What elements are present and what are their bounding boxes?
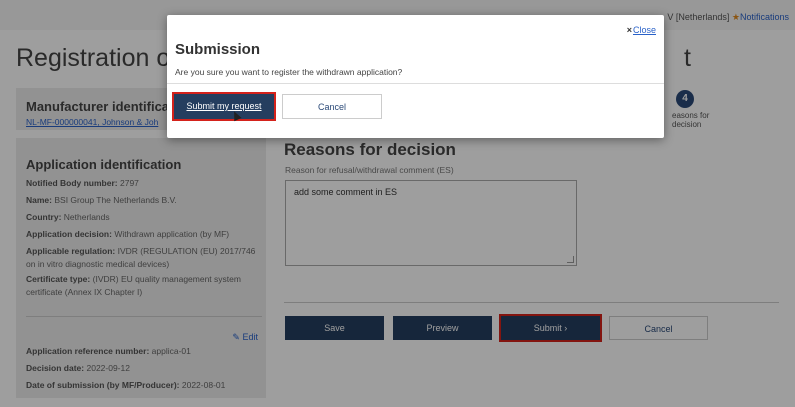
dialog-cancel-button[interactable]: Cancel: [282, 94, 382, 119]
submission-dialog: ×Close Submission Are you sure you want …: [167, 15, 664, 138]
close-icon: ×: [626, 25, 632, 35]
dialog-message: Are you sure you want to register the wi…: [175, 67, 403, 77]
dialog-divider: [167, 83, 664, 84]
dialog-title: Submission: [175, 41, 261, 58]
submit-request-button[interactable]: Submit my request: [172, 92, 276, 121]
close-label: Close: [632, 25, 656, 35]
close-link[interactable]: ×Close: [627, 25, 656, 35]
